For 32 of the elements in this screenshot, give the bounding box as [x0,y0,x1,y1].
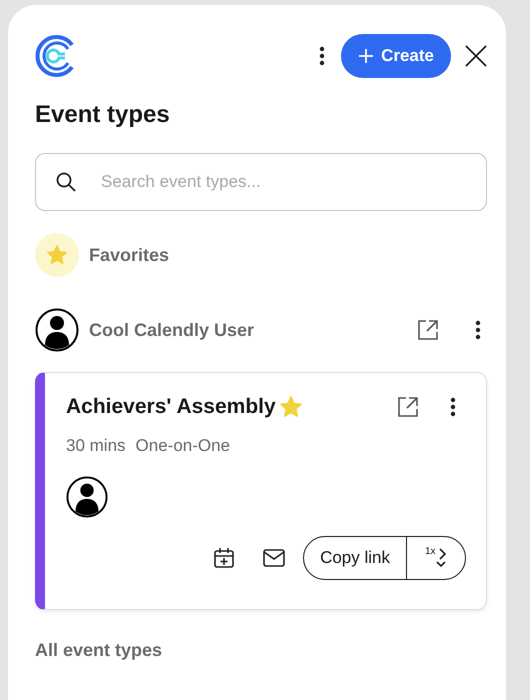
star-icon [46,244,68,266]
open-event-button[interactable] [397,396,419,418]
external-link-icon [397,396,419,418]
email-button[interactable] [263,549,286,567]
avatar-icon [35,308,79,352]
search-field[interactable]: Search event types... [35,153,487,211]
page-title: Event types [35,101,171,129]
more-icon [319,46,326,66]
event-kind: One-on-One [136,436,230,456]
event-menu-button[interactable] [450,397,456,417]
more-menu-button[interactable] [319,46,326,66]
more-icon [450,397,456,417]
user-menu-button[interactable] [475,320,481,340]
add-to-calendar-button[interactable] [213,547,236,569]
section-heading: All event types [35,640,164,661]
close-icon [465,45,487,67]
open-page-button[interactable] [417,319,439,341]
search-icon [56,172,76,192]
favorites-label[interactable]: Favorites [89,244,170,266]
plus-icon [359,49,374,63]
mail-icon [263,549,286,567]
calendar-plus-icon [213,547,236,569]
user-name: Cool Calendly User [89,320,254,340]
more-icon [475,320,481,340]
single-use-link-button[interactable]: 1x [407,537,465,579]
external-link-icon [417,319,439,341]
avatar-icon [66,476,108,518]
close-button[interactable] [465,45,487,67]
copy-link-button[interactable]: Copy link [304,537,407,579]
create-button[interactable]: Create [341,34,451,78]
event-duration: 30 mins [66,436,126,456]
event-title: Achievers' Assembly [66,395,276,419]
